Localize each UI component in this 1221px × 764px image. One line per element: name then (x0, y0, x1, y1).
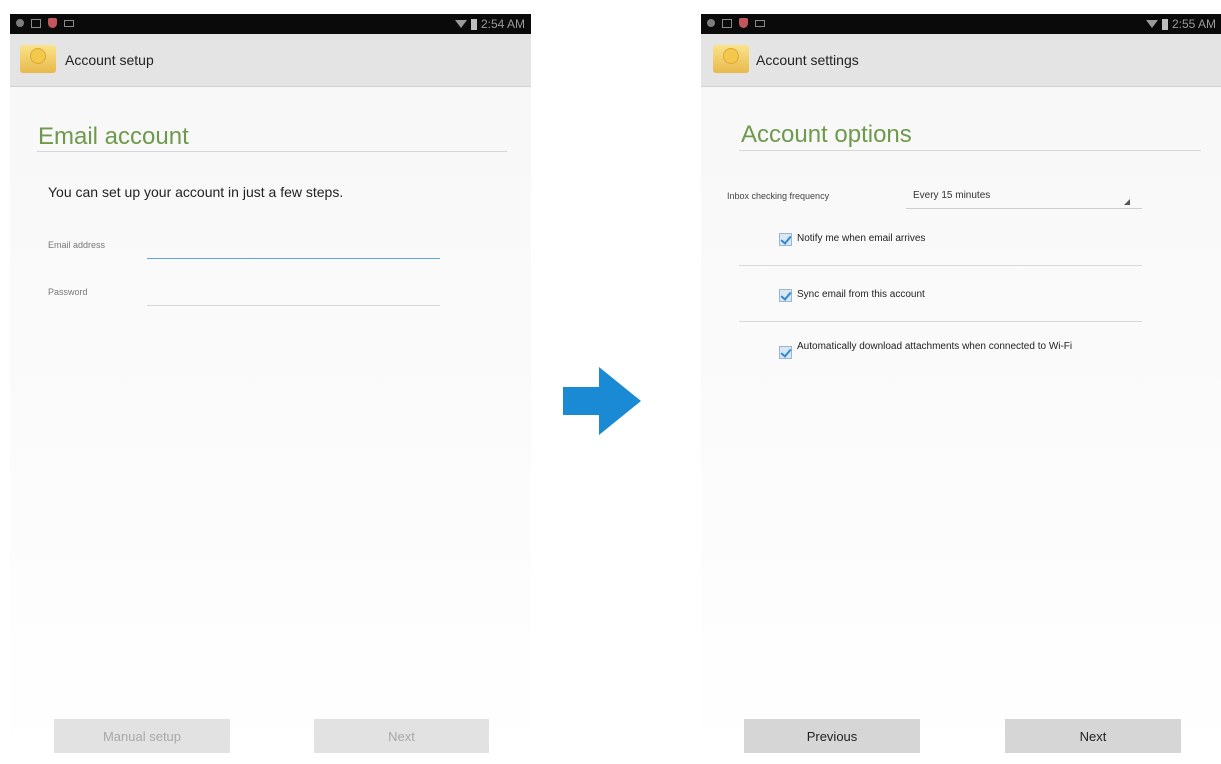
option-divider (739, 321, 1142, 322)
password-input-underline (147, 305, 440, 306)
notification-icon (16, 19, 24, 27)
wifi-icon (1145, 20, 1158, 28)
image-notification-icon (31, 18, 41, 28)
heading-divider (739, 150, 1201, 151)
action-bar: Account setup (10, 34, 531, 87)
heading-divider (37, 151, 507, 152)
shield-icon (739, 18, 748, 28)
battery-icon (470, 18, 477, 30)
mail-notification-icon (755, 19, 765, 27)
status-bar: 2:55 AM (701, 14, 1221, 34)
email-app-icon[interactable] (713, 45, 749, 73)
auto-download-option-label: Automatically download attachments when … (797, 341, 1073, 352)
arrow-right-icon (563, 367, 641, 435)
email-address-input[interactable] (147, 238, 441, 260)
mail-notification-icon (64, 19, 74, 27)
page-title: Email account (38, 123, 189, 150)
account-setup-screen: 2:54 AM Account setup Email account You … (10, 14, 531, 764)
inbox-frequency-value: Every 15 minutes (913, 190, 991, 201)
action-bar-title: Account settings (756, 52, 859, 68)
notification-icon (707, 19, 715, 27)
wifi-icon (454, 20, 467, 28)
auto-download-checkbox[interactable] (779, 346, 792, 359)
status-time: 2:55 AM (1171, 17, 1216, 31)
next-button[interactable]: Next (1005, 719, 1181, 753)
action-bar-title: Account setup (65, 52, 154, 68)
previous-button[interactable]: Previous (744, 719, 920, 753)
inbox-frequency-label: Inbox checking frequency (727, 191, 830, 201)
page-title: Account options (741, 121, 912, 148)
shield-icon (48, 18, 57, 28)
email-app-icon[interactable] (20, 45, 56, 73)
action-bar: Account settings (701, 34, 1221, 87)
intro-text: You can set up your account in just a fe… (48, 184, 344, 200)
password-label: Password (48, 287, 88, 297)
option-divider (739, 265, 1142, 266)
notify-option-row[interactable]: Notify me when email arrives (779, 233, 925, 246)
image-notification-icon (722, 18, 732, 28)
inbox-frequency-dropdown[interactable]: Every 15 minutes (906, 188, 1142, 209)
next-button[interactable]: Next (314, 719, 489, 753)
dropdown-arrow-icon (1124, 199, 1130, 205)
sync-option-row[interactable]: Sync email from this account (779, 289, 925, 302)
notify-option-label: Notify me when email arrives (797, 233, 926, 244)
account-settings-screen: 2:55 AM Account settings Account options… (701, 14, 1221, 764)
password-input[interactable] (147, 284, 441, 306)
manual-setup-button[interactable]: Manual setup (54, 719, 230, 753)
notify-checkbox[interactable] (779, 233, 792, 246)
status-time: 2:54 AM (480, 17, 525, 31)
email-input-underline (147, 258, 440, 259)
auto-download-option-row[interactable]: Automatically download attachments when … (779, 341, 1137, 359)
sync-checkbox[interactable] (779, 289, 792, 302)
battery-icon (1161, 18, 1168, 30)
sync-option-label: Sync email from this account (797, 289, 925, 300)
status-bar: 2:54 AM (10, 14, 531, 34)
email-address-label: Email address (48, 240, 106, 250)
